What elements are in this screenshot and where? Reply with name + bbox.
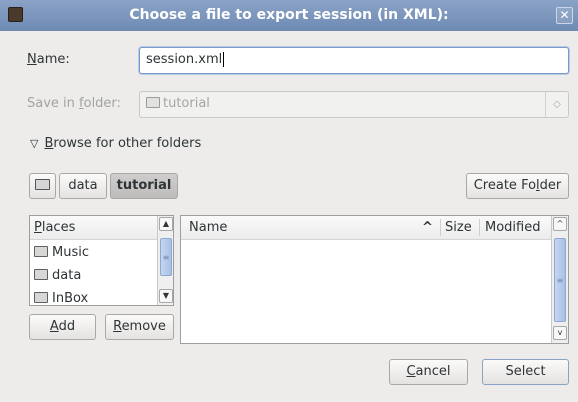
- save-in-folder-combo[interactable]: tutorial ◇: [139, 91, 569, 118]
- sort-ascending-icon: ^: [422, 220, 433, 235]
- path-button-data[interactable]: data: [59, 173, 107, 199]
- save-in-label-prefix: Save in: [27, 96, 80, 111]
- cancel-mnemonic: C: [406, 364, 416, 379]
- column-header-modified[interactable]: Modified: [485, 220, 540, 235]
- place-label: data: [52, 268, 82, 283]
- save-in-folder-value: tutorial: [163, 96, 210, 111]
- close-icon[interactable]: ✕: [556, 7, 573, 24]
- filename-value: session.xml: [146, 52, 223, 67]
- place-item-music[interactable]: Music: [34, 245, 89, 260]
- create-folder-prefix: Create Fo: [473, 178, 537, 193]
- places-list[interactable]: Places Music data InBox ▲ ≡ ▼: [29, 215, 174, 306]
- name-label: Name:: [27, 52, 70, 67]
- scroll-thumb[interactable]: ≡: [160, 238, 172, 276]
- column-divider: [479, 219, 480, 236]
- file-list-scrollbar[interactable]: ^ ≡ v: [551, 216, 568, 343]
- add-rest: dd: [58, 319, 76, 334]
- column-header-size[interactable]: Size: [445, 220, 472, 235]
- place-label: InBox: [52, 291, 89, 306]
- name-label-rest: ame:: [36, 52, 70, 67]
- scroll-down-icon[interactable]: ▼: [159, 289, 173, 303]
- column-header-name[interactable]: Name: [189, 220, 227, 235]
- places-header-mnemonic: P: [34, 220, 42, 235]
- file-list[interactable]: Name ^ Size Modified ^ ≡ v: [180, 215, 569, 344]
- remove-mnemonic: R: [113, 319, 122, 334]
- cancel-rest: ancel: [415, 364, 451, 379]
- browse-other-folders-expander[interactable]: ▽ Browse for other folders: [30, 136, 201, 151]
- place-label: Music: [52, 245, 89, 260]
- places-scrollbar[interactable]: ▲ ≡ ▼: [157, 216, 173, 305]
- folder-icon: [34, 292, 48, 303]
- column-divider: [440, 219, 441, 236]
- save-in-label-rest: older:: [83, 96, 121, 111]
- remove-rest: emove: [121, 319, 166, 334]
- place-item-data[interactable]: data: [34, 268, 81, 283]
- scroll-thumb[interactable]: ≡: [554, 238, 566, 322]
- places-header-rest: laces: [41, 220, 76, 235]
- add-place-button[interactable]: Add: [29, 314, 96, 340]
- combo-arrows-icon: ◇: [545, 92, 568, 117]
- scroll-down-icon[interactable]: v: [553, 326, 567, 340]
- place-item-inbox[interactable]: InBox: [34, 291, 89, 306]
- expander-triangle-icon: ▽: [30, 137, 39, 150]
- folder-icon: [34, 269, 48, 280]
- folder-icon: [34, 246, 48, 257]
- name-label-mnemonic: N: [27, 52, 37, 67]
- path-root-button[interactable]: [29, 173, 56, 199]
- drive-icon: [35, 179, 50, 190]
- save-in-folder-label: Save in folder:: [27, 96, 121, 111]
- cancel-button[interactable]: Cancel: [389, 359, 468, 385]
- text-caret: [223, 52, 225, 67]
- title-bar: Choose a file to export session (in XML)…: [0, 0, 578, 31]
- filename-input[interactable]: session.xml: [139, 47, 569, 74]
- remove-place-button[interactable]: Remove: [105, 314, 174, 340]
- create-folder-button[interactable]: Create Folder: [466, 173, 569, 199]
- scroll-up-icon[interactable]: ^: [553, 217, 567, 231]
- select-button[interactable]: Select: [482, 359, 569, 385]
- dialog-title: Choose a file to export session (in XML)…: [129, 7, 449, 23]
- browse-label-rest: rowse for other folders: [53, 136, 202, 151]
- folder-icon: [146, 97, 160, 108]
- file-list-header: Name ^ Size Modified: [181, 216, 551, 240]
- create-folder-rest: der: [539, 178, 562, 193]
- places-header[interactable]: Places: [30, 216, 157, 240]
- add-mnemonic: A: [49, 319, 59, 334]
- scroll-up-icon[interactable]: ▲: [159, 217, 173, 231]
- path-button-tutorial[interactable]: tutorial: [110, 173, 178, 199]
